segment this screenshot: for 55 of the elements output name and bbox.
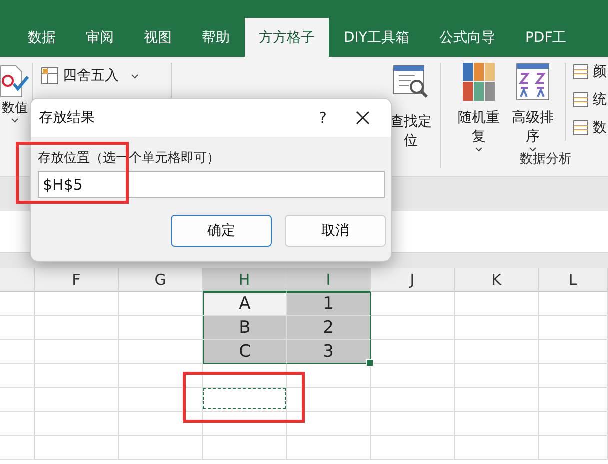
random-repeat-button[interactable]: 随机重复 [454,63,504,152]
column-header[interactable]: G [119,268,203,292]
ribbon-tab[interactable]: 审阅 [71,18,129,57]
row-header[interactable] [0,388,35,412]
ribbon-tab[interactable]: 数据 [13,18,71,57]
value-button[interactable]: 数值 [0,63,30,123]
table-icon [573,64,589,80]
row-header[interactable] [0,340,35,364]
round-menu-item[interactable]: 四舍五入 [41,67,139,85]
table-cell: 1 [287,292,371,316]
table-cell: B [203,316,287,340]
color-grid-icon [463,63,495,101]
ribbon-tab[interactable]: 帮助 [187,18,245,57]
column-header[interactable]: L [539,268,608,292]
ribbon-tab[interactable]: DIY工具箱 [329,18,424,57]
ribbon-tab[interactable]: PDF工 [510,18,582,57]
ribbon-tab[interactable]: 视图 [129,18,187,57]
fill-handle[interactable] [366,359,374,367]
close-icon [356,111,370,125]
advanced-sort-button[interactable]: 高级排序 [508,63,558,152]
document-search-icon [392,63,430,101]
dialog-button[interactable]: 取消 [285,215,386,247]
corner-header[interactable] [0,268,35,292]
caret-icon [529,147,537,152]
dialog-title: 存放结果 [39,109,96,127]
column-header[interactable]: H [203,268,287,292]
row-header[interactable] [0,412,35,436]
row-header[interactable] [0,436,35,460]
caret-icon [11,118,19,123]
row-header[interactable] [0,316,35,340]
caret-icon [131,74,139,78]
table-cell: C [203,340,287,364]
ribbon-menu-item[interactable]: 统 [573,91,607,109]
row-header[interactable] [0,292,35,316]
help-button[interactable]: ? [303,109,343,127]
location-input[interactable]: $H$5 [38,171,385,198]
column-header[interactable]: J [371,268,455,292]
table-cell: 2 [287,316,371,340]
column-header[interactable]: K [455,268,539,292]
ribbon-tab[interactable]: 公式向导 [424,18,510,57]
table-cell: A [203,292,287,316]
column-header[interactable]: I [287,268,371,292]
group-label: 数据分析 [519,151,573,168]
sort-letters-icon [516,63,550,101]
table-cell: 3 [287,340,371,364]
row-header[interactable] [0,364,35,388]
table-icon [573,92,589,108]
table-percent-icon [41,67,59,85]
ribbon-menu-item[interactable]: 颜 [573,63,607,81]
ribbon-tab[interactable]: 方方格子 [245,18,329,57]
dialog-button[interactable]: 确定 [171,215,272,247]
ribbon-menu-item[interactable]: 数 [573,119,607,137]
table-icon [573,120,589,136]
column-header[interactable]: F [35,268,119,292]
caret-icon [475,147,483,152]
